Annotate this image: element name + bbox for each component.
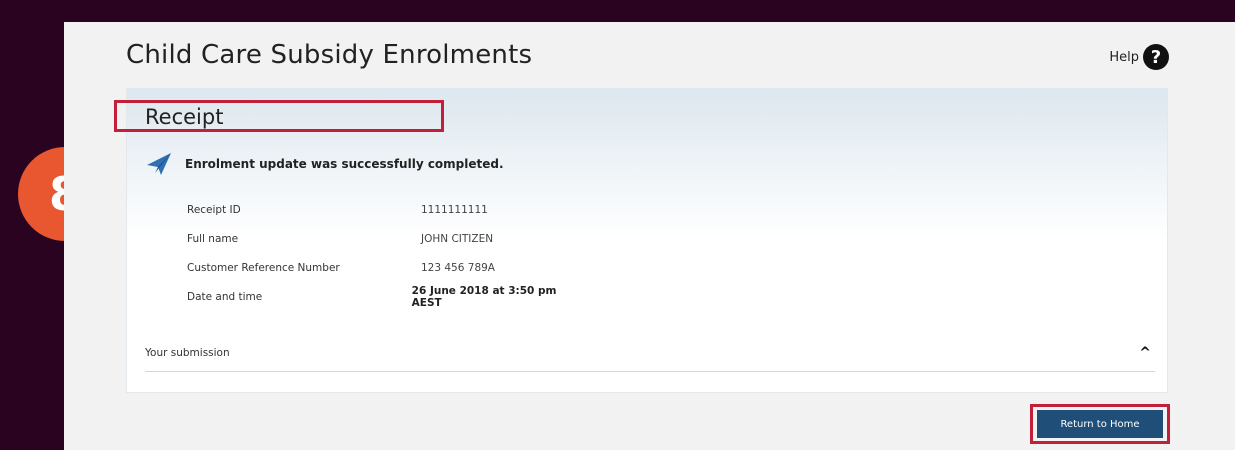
detail-row-date-time: Date and time 26 June 2018 at 3:50 pm AE… xyxy=(183,282,583,311)
question-mark-icon[interactable]: ? xyxy=(1143,44,1177,70)
detail-label: Receipt ID xyxy=(187,203,241,216)
detail-value: JOHN CITIZEN xyxy=(421,232,494,245)
return-home-button[interactable]: Return to Home xyxy=(1037,410,1163,438)
help-link[interactable]: Help ? xyxy=(1109,44,1177,70)
detail-row-receipt-id: Receipt ID 1111111111 xyxy=(183,195,583,224)
chevron-up-icon[interactable]: ^ xyxy=(1139,345,1151,361)
success-message: Enrolment update was successfully comple… xyxy=(185,157,504,171)
paper-plane-icon xyxy=(147,153,171,175)
detail-label: Customer Reference Number xyxy=(187,261,340,274)
submission-label[interactable]: Your submission xyxy=(145,347,230,359)
your-submission-toggle[interactable]: Your submission ^ xyxy=(145,335,1155,372)
page-title: Child Care Subsidy Enrolments xyxy=(126,40,533,70)
help-label[interactable]: Help xyxy=(1109,50,1139,65)
detail-value: 123 456 789A xyxy=(421,261,495,274)
detail-row-crn: Customer Reference Number 123 456 789A xyxy=(183,253,583,282)
detail-label: Date and time xyxy=(187,290,263,303)
return-home-highlight: Return to Home xyxy=(1030,404,1170,444)
detail-row-full-name: Full name JOHN CITIZEN xyxy=(183,224,583,253)
receipt-title: Receipt xyxy=(145,105,224,129)
receipt-panel: Receipt Enrolment update was successfull… xyxy=(126,88,1168,393)
receipt-details: Receipt ID 1111111111 Full name JOHN CIT… xyxy=(183,195,583,311)
detail-value: 1111111111 xyxy=(421,203,488,216)
detail-label: Full name xyxy=(187,232,239,245)
detail-value: 26 June 2018 at 3:50 pm AEST xyxy=(411,284,557,309)
page: Child Care Subsidy Enrolments Help ? Rec… xyxy=(64,22,1235,450)
success-message-row: Enrolment update was successfully comple… xyxy=(145,151,504,177)
